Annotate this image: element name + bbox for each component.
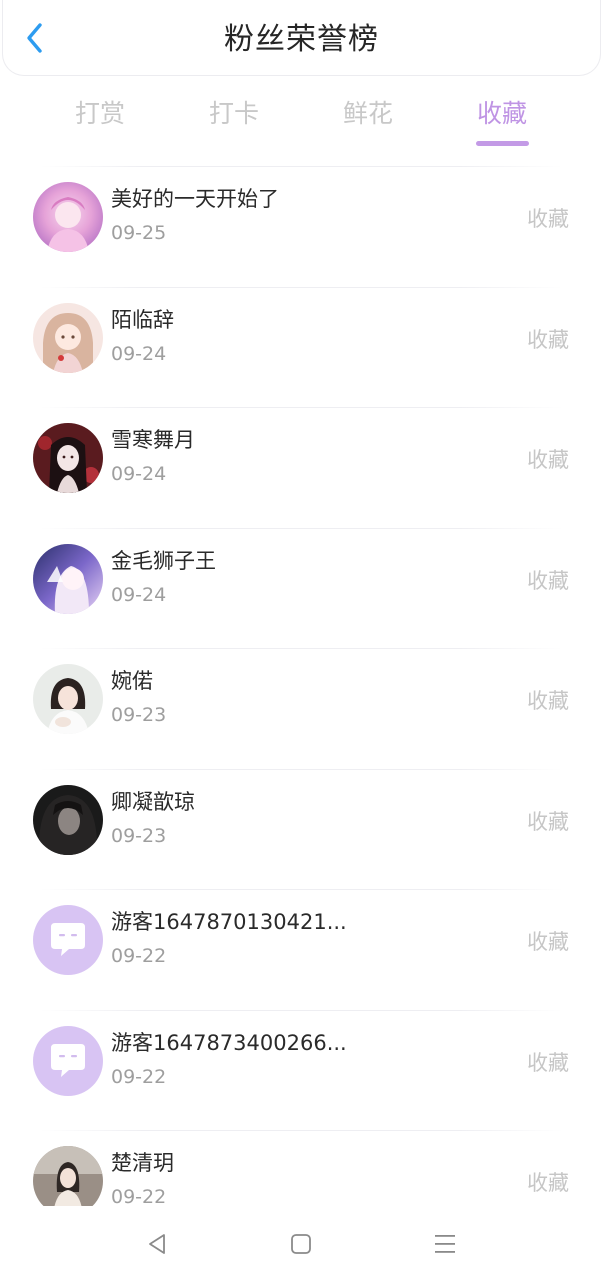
user-name: 美好的一天开始了: [111, 187, 279, 211]
list-item[interactable]: 楚清玥 09-22 收藏: [0, 1120, 603, 1206]
user-name: 陌临辞: [111, 307, 174, 332]
action-label: 收藏: [527, 448, 569, 472]
avatar: [33, 182, 103, 252]
action-label: 收藏: [527, 568, 569, 593]
user-name: 游客1647870130421...: [111, 910, 347, 934]
divider: [40, 889, 563, 890]
date: 09-24: [111, 463, 167, 485]
date: 09-25: [111, 222, 167, 244]
list-item[interactable]: 婉偌 09-23 收藏: [0, 638, 603, 759]
avatar: [33, 1146, 103, 1206]
list-item[interactable]: 雪寒舞月 09-24 收藏: [0, 397, 603, 518]
divider: [40, 166, 563, 167]
page-title: 粉丝荣誉榜: [224, 22, 379, 57]
divider: [40, 1130, 563, 1131]
user-name: 卿凝歆琼: [111, 789, 195, 814]
action-label: 收藏: [527, 207, 569, 231]
square-home-icon: [291, 1234, 311, 1254]
user-name: 婉偌: [111, 669, 153, 693]
user-name: 金毛狮子王: [111, 548, 216, 573]
divider: [40, 527, 563, 529]
avatar: [33, 302, 103, 373]
active-tab-indicator: [476, 141, 529, 146]
list-item[interactable]: 美好的一天开始了 09-25 收藏: [0, 156, 603, 277]
action-label: 收藏: [527, 809, 569, 834]
divider: [40, 286, 563, 288]
tab-flowers[interactable]: 鲜花: [318, 92, 418, 136]
menu-lines-icon: [435, 1235, 455, 1253]
divider: [40, 648, 563, 649]
date: 09-24: [111, 342, 167, 365]
avatar: [33, 664, 103, 734]
nav-back-button[interactable]: [137, 1226, 177, 1262]
tab-reward[interactable]: 打赏: [50, 92, 150, 136]
action-label: 收藏: [527, 1050, 569, 1075]
date: 09-23: [111, 824, 167, 847]
date: 09-24: [111, 583, 167, 606]
divider: [40, 407, 563, 408]
user-name: 楚清玥: [111, 1151, 174, 1175]
divider: [40, 768, 563, 770]
list-item[interactable]: 游客1647870130421... 09-22 收藏: [0, 879, 603, 1000]
chat-bubble-icon: [51, 923, 85, 956]
system-nav-bar: [0, 1206, 603, 1280]
list-item[interactable]: 陌临辞 09-24 收藏: [0, 277, 603, 398]
avatar: [33, 784, 103, 855]
divider: [40, 1009, 563, 1011]
list-item[interactable]: 游客1647873400266... 09-22 收藏: [0, 1000, 603, 1121]
action-label: 收藏: [527, 1171, 569, 1195]
default-avatar: [33, 1025, 103, 1096]
action-label: 收藏: [527, 930, 569, 954]
tab-favorites-label: 收藏: [476, 99, 527, 128]
tab-favorites[interactable]: 收藏: [452, 92, 552, 146]
list-item[interactable]: 卿凝歆琼 09-23 收藏: [0, 759, 603, 880]
triangle-back-icon: [149, 1234, 165, 1254]
fan-honor-page: 粉丝荣誉榜 打赏 打卡 鲜花 收藏 美好的一天开始了 09-25 收藏 陌临辞 …: [0, 0, 603, 1280]
top-bar: 粉丝荣誉榜: [2, 0, 601, 76]
action-label: 收藏: [527, 689, 569, 713]
nav-menu-button[interactable]: [425, 1226, 465, 1262]
action-label: 收藏: [527, 327, 569, 352]
user-name: 游客1647873400266...: [111, 1030, 347, 1055]
tab-bar: 打赏 打卡 鲜花 收藏: [0, 92, 603, 152]
date: 09-22: [111, 1065, 167, 1088]
avatar: [33, 423, 103, 493]
date: 09-23: [111, 704, 167, 726]
nav-home-button[interactable]: [281, 1226, 321, 1262]
user-name: 雪寒舞月: [111, 428, 195, 452]
date: 09-22: [111, 1186, 167, 1206]
chat-bubble-icon: [51, 1043, 85, 1077]
fan-list: 美好的一天开始了 09-25 收藏 陌临辞 09-24 收藏 雪寒舞月 09-2…: [0, 156, 603, 1206]
default-avatar: [33, 905, 103, 975]
list-item[interactable]: 金毛狮子王 09-24 收藏: [0, 518, 603, 639]
avatar: [33, 543, 103, 614]
tab-checkin[interactable]: 打卡: [184, 92, 284, 136]
date: 09-22: [111, 945, 167, 967]
